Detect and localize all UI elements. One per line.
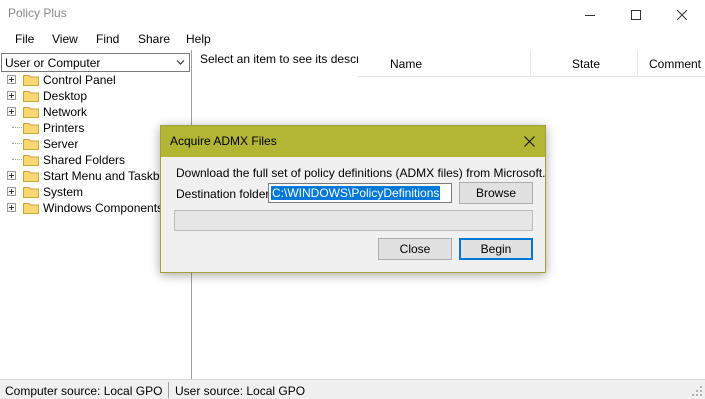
dialog-title-bar[interactable]: Acquire ADMX Files: [161, 126, 545, 157]
folder-icon: [23, 91, 39, 102]
menu-share[interactable]: Share: [138, 32, 170, 46]
tree-item-control-panel[interactable]: Control Panel: [0, 72, 191, 88]
maximize-icon: [631, 10, 641, 20]
chevron-down-icon: [176, 60, 185, 65]
folder-icon: [23, 107, 39, 118]
menu-bar: File View Find Share Help: [0, 30, 705, 50]
download-progress-bar: [174, 210, 533, 231]
destination-folder-input[interactable]: C:\WINDOWS\PolicyDefinitions: [268, 183, 452, 203]
folder-icon: [23, 75, 39, 86]
tree-item-label: Server: [43, 137, 79, 151]
browse-button[interactable]: Browse: [459, 182, 533, 204]
destination-folder-label: Destination folder: [176, 187, 270, 201]
close-icon: [524, 136, 535, 147]
scope-dropdown[interactable]: User or Computer: [1, 53, 190, 72]
tree-item-label: Start Menu and Taskbar: [43, 169, 171, 183]
close-button[interactable]: [659, 0, 705, 30]
minimize-button[interactable]: [567, 0, 613, 30]
column-divider[interactable]: [637, 50, 638, 77]
tree-item-label: Printers: [43, 121, 85, 135]
window-title: Policy Plus: [8, 6, 67, 20]
folder-icon: [23, 171, 39, 182]
tree-item-label: Control Panel: [43, 73, 116, 87]
menu-find[interactable]: Find: [96, 32, 119, 46]
folder-icon: [23, 123, 39, 134]
column-comment[interactable]: Comment: [649, 57, 701, 71]
menu-view[interactable]: View: [52, 32, 78, 46]
tree-item-network[interactable]: Network: [0, 104, 191, 120]
folder-icon: [23, 139, 39, 150]
tree-connector: [12, 127, 22, 128]
column-name[interactable]: Name: [390, 57, 422, 71]
status-bar: Computer source: Local GPO User source: …: [0, 379, 705, 399]
tree-item-label: Windows Components: [43, 201, 164, 215]
tree-item-label: Desktop: [43, 89, 88, 103]
scope-dropdown-value: User or Computer: [5, 56, 101, 70]
computer-source-status[interactable]: Computer source: Local GPO: [5, 384, 162, 398]
expand-icon[interactable]: [7, 171, 16, 180]
expand-icon[interactable]: [7, 107, 16, 116]
title-bar: Policy Plus: [0, 0, 705, 30]
acquire-admx-dialog: Acquire ADMX Files Download the full set…: [160, 125, 546, 273]
expand-icon[interactable]: [7, 203, 16, 212]
expand-icon[interactable]: [7, 187, 16, 196]
close-button[interactable]: Close: [378, 238, 452, 260]
expand-icon[interactable]: [7, 91, 16, 100]
resize-grip-icon[interactable]: [691, 385, 703, 397]
folder-icon: [23, 187, 39, 198]
tree-connector: [12, 143, 22, 144]
tree-item-label: System: [43, 185, 84, 199]
status-divider: [168, 382, 169, 398]
column-divider[interactable]: [530, 50, 531, 77]
policy-list-header: Name State Comment: [358, 50, 705, 77]
destination-folder-value: C:\WINDOWS\PolicyDefinitions: [271, 186, 441, 200]
expand-icon[interactable]: [7, 75, 16, 84]
tree-connector: [12, 159, 22, 160]
dialog-close-button[interactable]: [514, 126, 545, 157]
maximize-button[interactable]: [613, 0, 659, 30]
close-icon: [677, 10, 687, 20]
dialog-title: Acquire ADMX Files: [170, 134, 277, 148]
menu-file[interactable]: File: [15, 32, 34, 46]
folder-icon: [23, 203, 39, 214]
user-source-status[interactable]: User source: Local GPO: [175, 384, 305, 398]
tree-item-desktop[interactable]: Desktop: [0, 88, 191, 104]
menu-help[interactable]: Help: [186, 32, 211, 46]
folder-icon: [23, 155, 39, 166]
begin-button[interactable]: Begin: [459, 238, 533, 260]
column-state[interactable]: State: [572, 57, 600, 71]
minimize-icon: [585, 15, 595, 16]
tree-item-label: Shared Folders: [43, 153, 126, 167]
tree-item-label: Network: [43, 105, 88, 119]
dialog-message: Download the full set of policy definiti…: [176, 166, 546, 180]
